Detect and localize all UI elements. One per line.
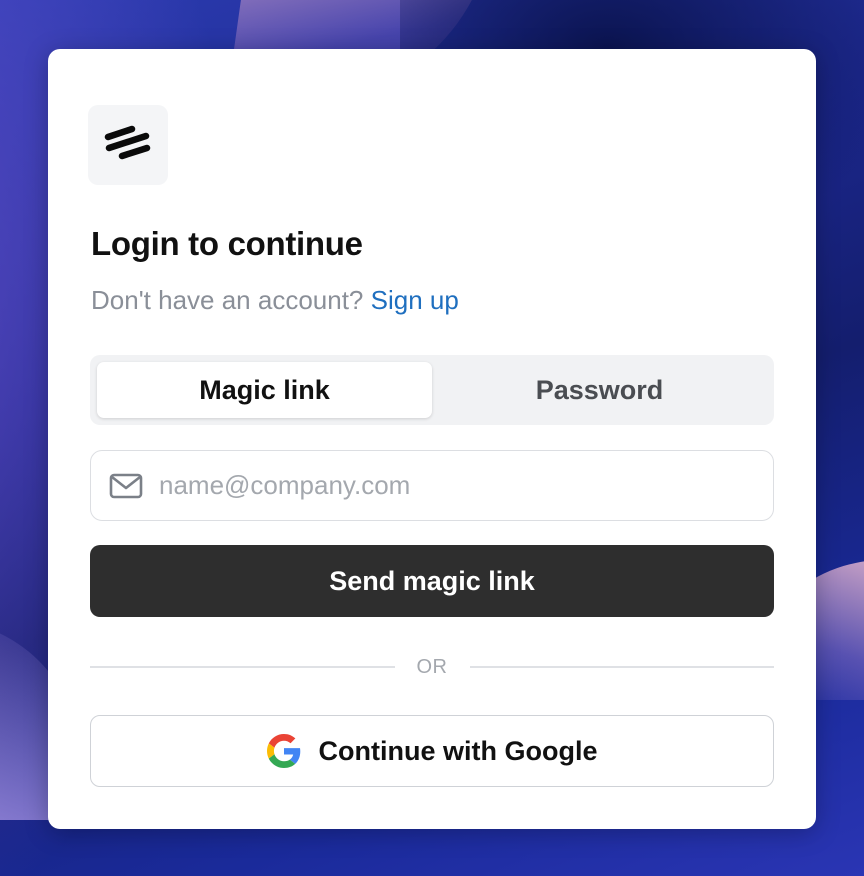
mail-icon (109, 473, 143, 499)
signup-prompt-text: Don't have an account? (91, 285, 364, 315)
logo-icon (103, 123, 153, 168)
tab-magic-link[interactable]: Magic link (97, 362, 432, 418)
auth-method-toggle: Magic link Password (90, 355, 774, 425)
google-signin-button[interactable]: Continue with Google (90, 715, 774, 787)
email-field-container (90, 450, 774, 521)
google-button-label: Continue with Google (318, 735, 598, 766)
google-icon (266, 734, 301, 768)
divider-line (90, 666, 395, 668)
or-divider: OR (90, 653, 774, 681)
logo (88, 105, 168, 185)
tab-password[interactable]: Password (432, 362, 767, 418)
divider-label: OR (416, 655, 448, 678)
page-title: Login to continue (91, 225, 363, 262)
send-magic-link-button[interactable]: Send magic link (90, 545, 774, 617)
signup-prompt: Don't have an account? Sign up (91, 285, 459, 316)
email-field[interactable] (159, 470, 739, 501)
login-card: Login to continue Don't have an account?… (48, 49, 816, 829)
divider-line (469, 666, 774, 668)
signup-link[interactable]: Sign up (371, 285, 459, 315)
